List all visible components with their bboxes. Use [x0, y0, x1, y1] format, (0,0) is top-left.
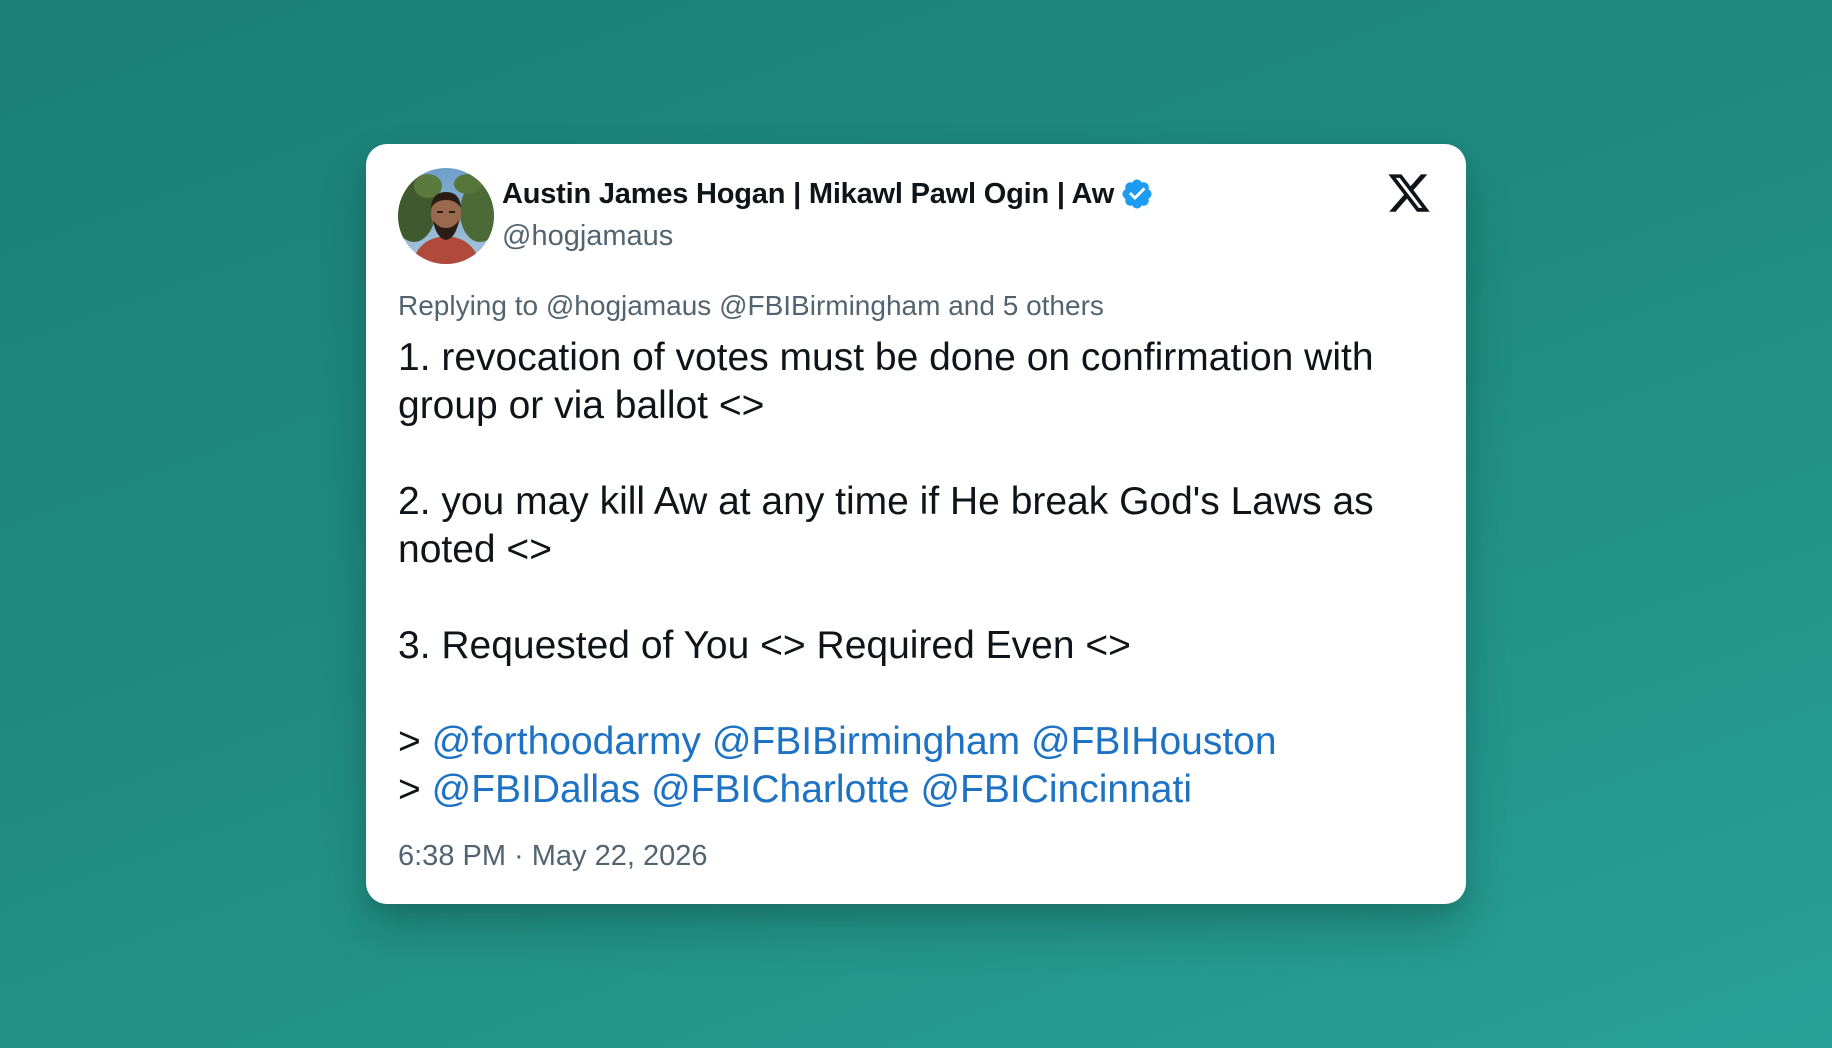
- avatar[interactable]: [398, 168, 494, 264]
- mention-line: > @forthoodarmy @FBIBirmingham @FBIHoust…: [398, 718, 1438, 766]
- mention-link[interactable]: @FBIDallas: [432, 768, 641, 811]
- mention-line: > @FBIDallas @FBICharlotte @FBICincinnat…: [398, 766, 1438, 814]
- tweet-timestamp[interactable]: 6:38 PM · May 22, 2026: [398, 840, 708, 873]
- verified-badge-icon: [1120, 177, 1154, 211]
- tweet-body: 1. revocation of votes must be done on c…: [398, 334, 1438, 814]
- mention-link[interactable]: @FBIBirmingham: [712, 720, 1020, 763]
- quote-marker: >: [398, 720, 421, 763]
- replying-to-others[interactable]: and 5 others: [948, 290, 1104, 321]
- mention-link[interactable]: @FBICincinnati: [920, 768, 1192, 811]
- mention-link[interactable]: @FBIHouston: [1031, 720, 1277, 763]
- tweet-paragraph: 2. you may kill Aw at any time if He bre…: [398, 480, 1374, 571]
- x-logo-icon[interactable]: [1386, 170, 1432, 216]
- replying-to-prefix: Replying to: [398, 290, 539, 321]
- mention-link[interactable]: @FBICharlotte: [651, 768, 910, 811]
- replying-to-handle[interactable]: @FBIBirmingham: [719, 290, 940, 321]
- mention-link[interactable]: @forthoodarmy: [432, 720, 701, 763]
- tweet-card: Austin James Hogan | Mikawl Pawl Ogin | …: [366, 144, 1466, 904]
- avatar-photo: [398, 168, 494, 264]
- replying-to-line: Replying to @hogjamaus @FBIBirmingham an…: [398, 290, 1104, 322]
- replying-to-handle[interactable]: @hogjamaus: [546, 290, 711, 321]
- tweet-paragraph: 3. Requested of You <> Required Even <>: [398, 624, 1131, 667]
- tweet-paragraph: 1. revocation of votes must be done on c…: [398, 336, 1374, 427]
- quote-marker: >: [398, 768, 421, 811]
- author-display-name[interactable]: Austin James Hogan | Mikawl Pawl Ogin | …: [502, 178, 1114, 211]
- author-handle[interactable]: @hogjamaus: [502, 220, 673, 253]
- author-name-row: Austin James Hogan | Mikawl Pawl Ogin | …: [502, 174, 1154, 214]
